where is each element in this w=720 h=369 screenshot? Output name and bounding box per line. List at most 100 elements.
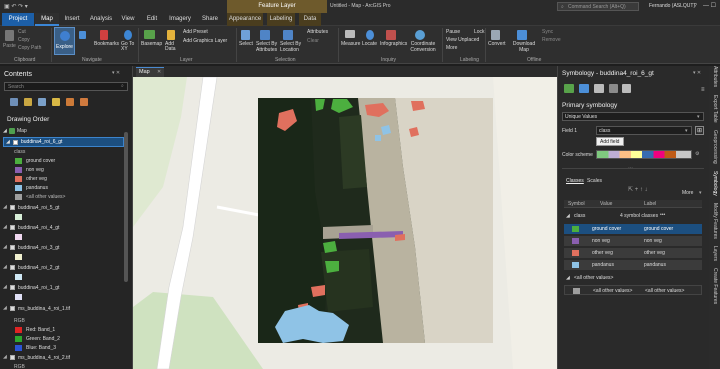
add-graphics-layer-button[interactable]: Add Graphics Layer (183, 39, 227, 44)
select-by-attributes-button[interactable]: Select By Attributes (256, 41, 278, 53)
basemap-button[interactable]: Basemap (141, 42, 162, 47)
tab-insert[interactable]: Insert (60, 13, 84, 26)
tab-classes[interactable]: Classes (566, 179, 584, 184)
map-node[interactable]: Map (17, 129, 27, 134)
bookmarks-button[interactable]: Bookmarks (94, 42, 119, 47)
tab-project[interactable]: Project (2, 13, 34, 26)
gear-icon[interactable]: ⚙ (695, 152, 699, 157)
class-row[interactable]: non veg non veg (564, 236, 702, 246)
class-row[interactable]: <all other values> <all other values> (564, 285, 702, 295)
side-tab-attributes[interactable]: Attributes (710, 66, 719, 87)
class-symbol[interactable] (572, 238, 579, 244)
select-button[interactable]: Select (239, 42, 253, 47)
class-row[interactable]: pandanus pandanus (564, 260, 702, 270)
user-name[interactable]: Fernando (ASLQUT) (649, 4, 695, 9)
contents-scrollbar[interactable] (124, 132, 128, 282)
layer-name[interactable]: buddina4_roi_4_gt (18, 226, 59, 231)
layer-name[interactable]: ms_buddina_4_roi_2.tif (18, 356, 70, 361)
infographics-button[interactable]: Infographics (380, 42, 407, 47)
menu-icon[interactable]: ≡ (701, 87, 705, 93)
advanced-symbology-icon[interactable] (622, 84, 631, 93)
view-unplaced-button[interactable]: View Unplaced (446, 38, 479, 43)
collapse-group-toggle[interactable]: ◢ (566, 276, 570, 281)
symbology-method-dropdown[interactable]: Unique Values ▾ (562, 112, 704, 121)
expand-layer-toggle[interactable]: ◢ (3, 265, 7, 270)
more-dropdown[interactable]: More (682, 191, 693, 196)
class-symbol[interactable] (572, 250, 579, 256)
window-controls[interactable]: — ☐ (703, 3, 716, 9)
class-row-selected[interactable]: ground cover ground cover (564, 224, 702, 234)
layer-name[interactable]: buddina4_roi_2_gt (18, 266, 59, 271)
pause-button[interactable]: Pause (446, 30, 460, 35)
list-by-snapping-icon[interactable] (66, 98, 74, 106)
class-symbol[interactable] (572, 262, 579, 268)
tab-analysis[interactable]: Analysis (87, 13, 115, 26)
tab-data[interactable]: Data (299, 13, 321, 26)
layer-visibility-checkbox[interactable] (13, 140, 18, 145)
collapse-layer-toggle[interactable]: ◢ (3, 306, 7, 311)
layer-visibility-checkbox[interactable] (10, 285, 15, 290)
group-options-icon[interactable]: ••• (660, 213, 665, 218)
class-symbol[interactable] (572, 226, 579, 232)
collapse-group-toggle[interactable]: ◢ (566, 214, 570, 219)
class-symbol[interactable] (573, 288, 580, 294)
side-tab-create-features[interactable]: Create Features (710, 268, 719, 304)
pane-controls[interactable]: ▾ ✕ (693, 71, 701, 76)
tab-map-view[interactable]: Map ✕ (136, 67, 164, 77)
lock-button[interactable]: Lock (474, 30, 485, 35)
sync-button[interactable]: Sync (542, 30, 553, 35)
contents-search-input[interactable]: Search ⌕ (4, 82, 128, 91)
cut-button[interactable]: Cut (18, 30, 26, 35)
collapse-layer-toggle[interactable]: ◢ (6, 140, 10, 145)
more-labeling-button[interactable]: More (446, 46, 457, 51)
quick-access-icons[interactable]: ▣ ↶ ↷ ▾ (4, 4, 28, 10)
add-field-button[interactable]: ⊞ (695, 126, 704, 135)
convert-button[interactable]: Convert (488, 42, 506, 47)
layer-name[interactable]: buddina4_roi_5_gt (18, 206, 59, 211)
tab-share[interactable]: Share (199, 13, 221, 26)
tab-edit[interactable]: Edit (143, 13, 161, 26)
tab-labeling[interactable]: Labeling (267, 13, 295, 26)
primary-symbology-icon[interactable] (564, 84, 574, 93)
layer-name[interactable]: buddina4_roi_1_gt (18, 286, 59, 291)
side-tab-layers[interactable]: Layers (710, 246, 719, 261)
class-tool-icons[interactable]: ⇱ + ↑ ↓ (628, 187, 648, 193)
layer-name[interactable]: ms_buddina_4_roi_1.tif (18, 307, 70, 312)
tab-scales[interactable]: Scales (587, 179, 602, 184)
vary-symbology-icon[interactable] (579, 84, 589, 93)
color-scheme-dropdown[interactable] (596, 150, 692, 159)
list-by-source-icon[interactable] (24, 98, 32, 106)
paste-button[interactable]: Paste (3, 44, 16, 49)
layer-name[interactable]: buddina4_roi_3_gt (18, 246, 59, 251)
map-view[interactable]: Map ✕ (133, 66, 557, 369)
symbol-layer-drawing-icon[interactable] (594, 84, 604, 93)
expand-layer-toggle[interactable]: ◢ (3, 225, 7, 230)
remove-button[interactable]: Remove (542, 38, 561, 43)
attributes-button[interactable]: Attributes (307, 30, 328, 35)
splitter-grip[interactable]: … (628, 165, 633, 170)
tab-map[interactable]: Map (35, 13, 59, 26)
copy-button[interactable]: Copy (18, 38, 30, 43)
tab-appearance[interactable]: Appearance (227, 13, 263, 26)
pane-controls[interactable]: ▾ ✕ (112, 71, 120, 76)
clear-button[interactable]: Clear (307, 39, 319, 44)
go-to-xy-button[interactable]: Go To XY (121, 42, 135, 52)
add-data-button[interactable]: Add Data (165, 42, 179, 52)
filter-icon[interactable] (609, 84, 618, 93)
side-tab-export-table[interactable]: Export Table (710, 95, 719, 123)
layer-visibility-checkbox[interactable] (10, 245, 15, 250)
list-by-selection-icon[interactable] (38, 98, 46, 106)
expand-layer-toggle[interactable]: ◢ (3, 205, 7, 210)
select-by-location-button[interactable]: Select By Location (280, 41, 302, 53)
layer-row-selected[interactable]: ◢ buddina4_roi_6_gt (3, 137, 124, 147)
download-map-button[interactable]: Download Map (512, 41, 536, 53)
layer-visibility-checkbox[interactable] (10, 306, 15, 311)
list-by-editing-icon[interactable] (52, 98, 60, 106)
list-by-labeling-icon[interactable] (80, 98, 88, 106)
list-by-drawing-order-icon[interactable] (10, 98, 18, 106)
class-row[interactable]: other veg other veg (564, 248, 702, 258)
coordinate-conversion-button[interactable]: Coordinate Conversion (408, 41, 438, 53)
collapse-layer-toggle[interactable]: ◢ (3, 355, 7, 360)
layer-visibility-checkbox[interactable] (10, 225, 15, 230)
help-button[interactable]: ? (694, 4, 697, 9)
